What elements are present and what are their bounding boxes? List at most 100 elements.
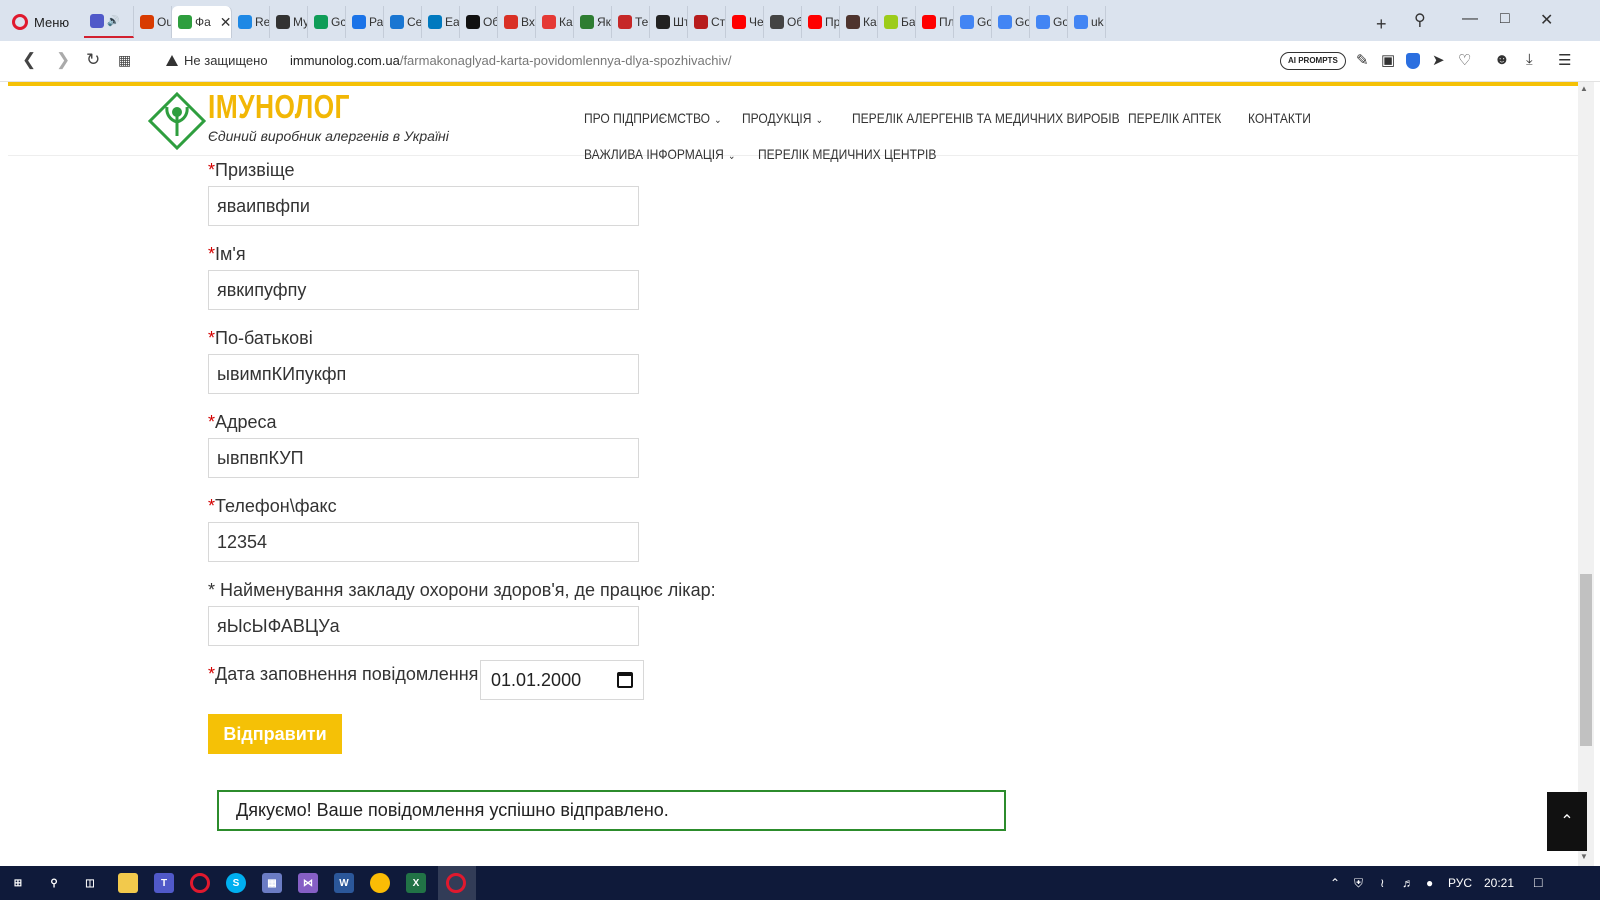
browser-tab[interactable]: Об [460, 6, 498, 38]
nav-centers[interactable]: ПЕРЕЛІК МЕДИЧНИХ ЦЕНТРІВ [758, 146, 936, 162]
cap-icon [276, 15, 290, 29]
warning-icon [166, 55, 178, 66]
excel-icon[interactable]: X [406, 873, 426, 893]
file-explorer-icon[interactable] [118, 873, 138, 893]
reload-icon[interactable]: ↻ [86, 50, 100, 70]
language-indicator[interactable]: РУС [1448, 876, 1472, 890]
search-tabs-icon[interactable]: ⚲ [1414, 10, 1426, 30]
close-tab-icon[interactable]: ✕ [220, 14, 231, 31]
url-field[interactable]: immunolog.com.ua/farmakonaglyad-karta-po… [290, 53, 732, 68]
vpn-shield-icon[interactable] [1406, 53, 1420, 69]
back-icon[interactable]: ❮ [22, 50, 36, 70]
security-tray-icon[interactable]: ⛨ [1354, 876, 1363, 891]
u-icon [238, 15, 252, 29]
calendar-app-icon[interactable]: ▦ [262, 873, 282, 893]
logo-name[interactable]: ІМУНОЛОГ [208, 88, 350, 126]
download-icon[interactable]: ⤓ [1526, 51, 1533, 68]
forward-icon[interactable]: ❯ [56, 50, 70, 70]
speed-dial-icon[interactable]: ▦ [118, 52, 131, 69]
new-tab-icon[interactable]: + [1376, 14, 1387, 35]
tab-label: Вх [521, 15, 535, 29]
browser-tab[interactable]: Пл [916, 6, 954, 38]
minimize-icon[interactable]: — [1462, 10, 1478, 28]
easy-setup-icon[interactable]: ☰ [1558, 51, 1571, 69]
phone-input[interactable]: 12354 [208, 522, 639, 562]
word-icon[interactable]: W [334, 873, 354, 893]
chrome-icon[interactable] [370, 873, 390, 893]
ai-prompts-button[interactable]: AI PROMPTS [1280, 52, 1346, 70]
browser-tab[interactable]: Gc [308, 6, 346, 38]
heart-icon[interactable]: ♡ [1458, 51, 1471, 69]
tray-expand-icon[interactable]: ⌃ [1330, 876, 1340, 890]
address-input[interactable]: ывпвпКУП [208, 438, 639, 478]
name-input[interactable]: явкипуфпу [208, 270, 639, 310]
wifi-icon[interactable]: ≀ [1380, 876, 1385, 890]
opera-active-icon[interactable] [446, 873, 466, 893]
nav-about[interactable]: ПРО ПІДПРИЄМСТВО ⌄ [584, 110, 721, 126]
immunolog-logo-icon[interactable] [148, 92, 206, 150]
microphone-icon[interactable]: ● [1426, 876, 1433, 890]
submit-button[interactable]: Відправити [208, 714, 342, 754]
patronymic-input[interactable]: ывимпКИпукфп [208, 354, 639, 394]
nav-allergens[interactable]: ПЕРЕЛІК АЛЕРГЕНІВ ТА МЕДИЧНИХ ВИРОБІВ [852, 110, 1120, 126]
visual-studio-icon[interactable]: ⋈ [298, 873, 318, 893]
task-view-icon[interactable]: ◫ [80, 873, 100, 893]
browser-tab[interactable]: Go [1030, 6, 1068, 38]
browser-tab[interactable]: Му [270, 6, 308, 38]
browser-tab[interactable]: Еа [422, 6, 460, 38]
close-window-icon[interactable]: ✕ [1540, 10, 1553, 30]
edit-icon[interactable]: ✎ [1356, 51, 1369, 69]
browser-tab[interactable]: Ка [536, 6, 574, 38]
facility-input[interactable]: яЫсЫФАВЦУа [208, 606, 639, 646]
page-scrollbar[interactable] [1578, 82, 1594, 866]
search-icon[interactable]: ⚲ [44, 873, 64, 893]
browser-tab[interactable]: Че [726, 6, 764, 38]
browser-tab[interactable]: Ст [688, 6, 726, 38]
scroll-down-icon[interactable]: ▼ [1580, 852, 1588, 861]
profile-icon[interactable]: ☻ [1494, 51, 1510, 68]
calendar-icon[interactable] [617, 672, 633, 688]
browser-tab[interactable]: Шт [650, 6, 688, 38]
nav-products[interactable]: ПРОДУКЦІЯ ⌄ [742, 110, 823, 126]
skype-icon[interactable]: S [226, 873, 246, 893]
nav-contacts[interactable]: КОНТАКТИ [1248, 110, 1311, 126]
send-icon[interactable]: ➤ [1432, 51, 1445, 69]
surname-input[interactable]: яваипвфпи [208, 186, 639, 226]
camera-icon[interactable]: ▣ [1381, 51, 1395, 69]
required-mark: * [208, 496, 216, 516]
browser-tab[interactable]: Ou [134, 6, 172, 38]
opera-menu-button[interactable]: Меню [12, 12, 69, 32]
volume-icon[interactable]: ♬ [1402, 876, 1414, 890]
back-to-top-button[interactable]: ⌃ [1547, 792, 1587, 851]
security-indicator[interactable]: Не защищено [166, 53, 268, 68]
browser-tab[interactable]: Ка [840, 6, 878, 38]
browser-tab[interactable]: 🔊 [84, 6, 134, 38]
browser-tab[interactable]: Ра [346, 6, 384, 38]
scroll-up-icon[interactable]: ▲ [1580, 84, 1588, 93]
scrollbar-thumb[interactable] [1580, 574, 1592, 746]
teams-icon[interactable]: T [154, 873, 174, 893]
browser-tab[interactable]: uk [1068, 6, 1106, 38]
grid-icon [352, 15, 366, 29]
browser-tab[interactable]: Об [764, 6, 802, 38]
browser-tab[interactable]: Те [612, 6, 650, 38]
speaker-icon[interactable]: 🔊 [107, 16, 119, 27]
browser-tab[interactable]: Go [992, 6, 1030, 38]
browser-tab[interactable]: Re [232, 6, 270, 38]
browser-tab[interactable]: Ба [878, 6, 916, 38]
tab-label: Се [407, 15, 422, 29]
nav-important[interactable]: ВАЖЛИВА ІНФОРМАЦІЯ ⌄ [584, 146, 735, 162]
clock[interactable]: 20:21 [1484, 876, 1514, 890]
maximize-icon[interactable]: □ [1500, 10, 1510, 28]
notifications-icon[interactable]: □ [1534, 874, 1542, 890]
browser-tab[interactable]: Як [574, 6, 612, 38]
nav-pharmacies[interactable]: ПЕРЕЛІК АПТЕК [1128, 110, 1221, 126]
browser-tab[interactable]: Се [384, 6, 422, 38]
windows-start-icon[interactable]: ⊞ [8, 873, 28, 893]
browser-tab[interactable]: Go [954, 6, 992, 38]
active-tab[interactable]: Фа ✕ [172, 6, 232, 38]
browser-tab[interactable]: Пр [802, 6, 840, 38]
opera-icon[interactable] [190, 873, 210, 893]
date-input[interactable]: 01.01.2000 [480, 660, 644, 700]
browser-tab[interactable]: Вх [498, 6, 536, 38]
